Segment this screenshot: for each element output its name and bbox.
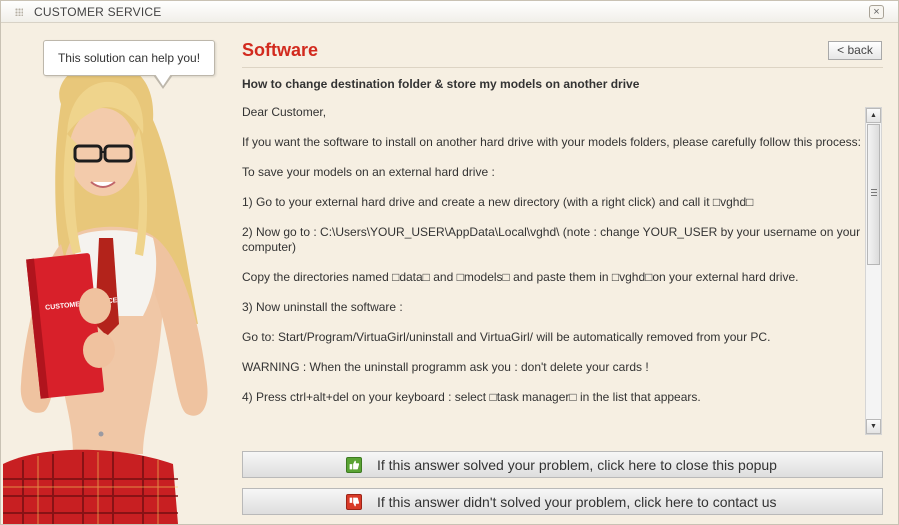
scroll-down-icon[interactable]: ▼ xyxy=(866,419,881,434)
article-paragraph: 3) Now uninstall the software : xyxy=(242,300,403,314)
thumbs-up-icon xyxy=(346,457,362,473)
back-button[interactable]: < back xyxy=(828,41,882,60)
customer-service-window: CUSTOMER SERVICE × CUSTOMER This solutio… xyxy=(0,0,899,525)
article-subheading: How to change destination folder & store… xyxy=(242,77,640,91)
solved-label: If this answer solved your problem, clic… xyxy=(377,457,777,473)
not-solved-label: If this answer didn't solved your proble… xyxy=(377,494,777,510)
article-paragraph: To save your models on an external hard … xyxy=(242,165,495,179)
speech-bubble: This solution can help you! xyxy=(43,40,215,76)
contact-us-button[interactable]: If this answer didn't solved your proble… xyxy=(242,488,883,515)
article-paragraph: If you want the software to install on a… xyxy=(242,135,861,149)
article-paragraph: 1) Go to your external hard drive and cr… xyxy=(242,195,754,209)
customer-service-illustration: CUSTOMER SERVICE xyxy=(3,24,229,524)
window-title: CUSTOMER SERVICE xyxy=(34,5,162,19)
scroll-thumb[interactable] xyxy=(867,124,880,265)
title-bar[interactable]: CUSTOMER SERVICE × xyxy=(1,1,898,23)
scroll-up-icon[interactable]: ▲ xyxy=(866,108,881,123)
speech-bubble-tail xyxy=(153,74,173,89)
article-paragraph: Copy the directories named □data□ and □m… xyxy=(242,270,799,284)
article-paragraph: Go to: Start/Program/VirtuaGirl/uninstal… xyxy=(242,330,771,344)
article-paragraph: 2) Now go to : C:\Users\YOUR_USER\AppDat… xyxy=(242,225,861,254)
solved-close-button[interactable]: If this answer solved your problem, clic… xyxy=(242,451,883,478)
article-paragraph: Dear Customer, xyxy=(242,105,327,119)
article-paragraph: WARNING : When the uninstall programm as… xyxy=(242,360,649,374)
close-button[interactable]: × xyxy=(869,5,884,19)
drag-grip-icon[interactable] xyxy=(15,8,23,16)
page-title: Software xyxy=(242,40,319,60)
support-agent-image: CUSTOMER SERVICE xyxy=(3,62,208,524)
article-scrollbar[interactable]: ▲ ▼ xyxy=(865,107,882,435)
article-body: Dear Customer, If you want the software … xyxy=(242,105,864,435)
article-paragraph: 4) Press ctrl+alt+del on your keyboard :… xyxy=(242,390,701,404)
scroll-grip-icon xyxy=(871,189,877,196)
heading-divider xyxy=(242,67,883,68)
thumbs-down-icon xyxy=(346,494,362,510)
